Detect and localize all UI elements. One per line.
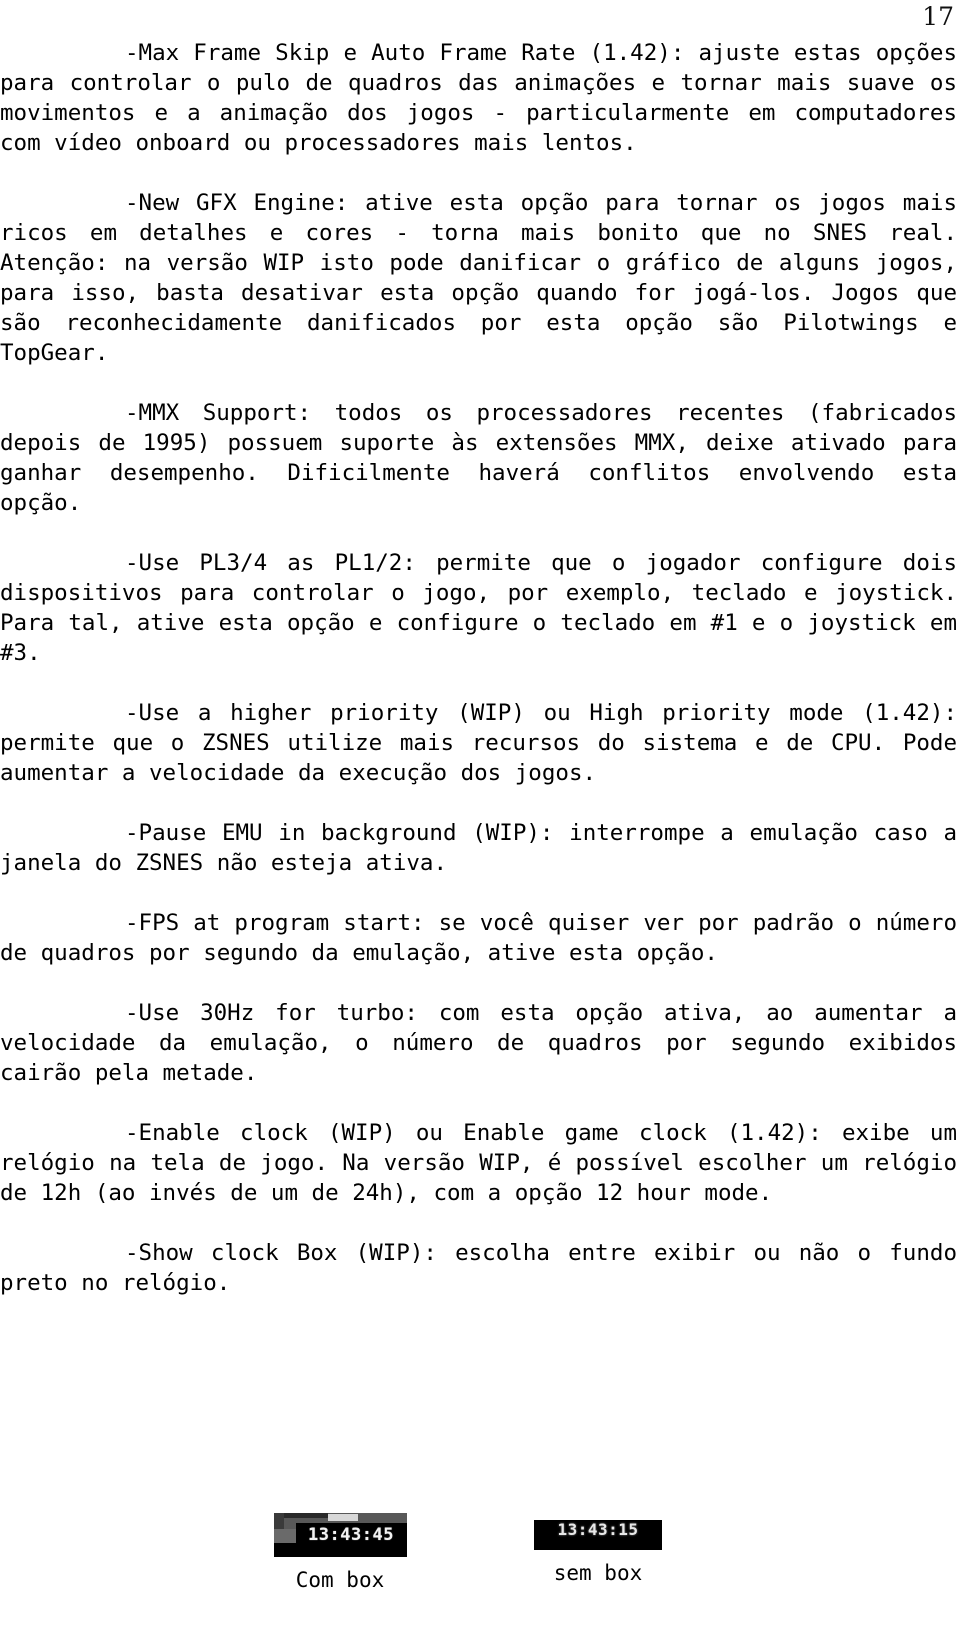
clock-time-with-box: 13:43:45	[308, 1525, 394, 1545]
figure-group-clock-examples: 13:43:45 Com box 13:43:15 sem box	[0, 1500, 960, 1635]
paragraph-new-gfx-engine: -New GFX Engine: ative esta opção para t…	[0, 190, 957, 366]
clock-time-without-box: 13:43:15	[557, 1520, 639, 1539]
paragraph-use-pl34-as-pl12: -Use PL3/4 as PL1/2: permite que o jogad…	[0, 550, 957, 666]
paragraph-mmx-support: -MMX Support: todos os processadores rec…	[0, 400, 957, 516]
figure-caption-sem-box: sem box	[553, 1561, 643, 1585]
paragraph-higher-priority: -Use a higher priority (WIP) ou High pri…	[0, 700, 957, 786]
page-number: 17	[922, 2, 954, 31]
paragraph-show-clock-box: -Show clock Box (WIP): escolha entre exi…	[0, 1240, 957, 1296]
paragraph-fps-at-program-start: -FPS at program start: se você quiser ve…	[0, 910, 957, 966]
paragraph-pause-emu-background: -Pause EMU in background (WIP): interrom…	[0, 820, 957, 876]
game-bar-notch	[283, 1513, 328, 1518]
document-page: 17 -Max Frame Skip e Auto Frame Rate (1.…	[0, 0, 960, 1635]
paragraph-enable-clock: -Enable clock (WIP) ou Enable game clock…	[0, 1120, 957, 1206]
screenshot-clock-without-box: 13:43:15	[534, 1520, 662, 1550]
figure-sem-box: 13:43:15 sem box	[500, 1520, 696, 1586]
paragraph-max-frame-skip: -Max Frame Skip e Auto Frame Rate (1.42)…	[0, 40, 957, 156]
screenshot-clock-with-box: 13:43:45	[273, 1513, 407, 1557]
body-text: -Max Frame Skip e Auto Frame Rate (1.42)…	[0, 38, 957, 1298]
game-bar-side-block	[273, 1529, 296, 1543]
paragraph-use-30hz-for-turbo: -Use 30Hz for turbo: com esta opção ativ…	[0, 1000, 957, 1086]
figure-caption-com-box: Com box	[295, 1568, 385, 1592]
figure-com-box: 13:43:45 Com box	[240, 1500, 440, 1593]
